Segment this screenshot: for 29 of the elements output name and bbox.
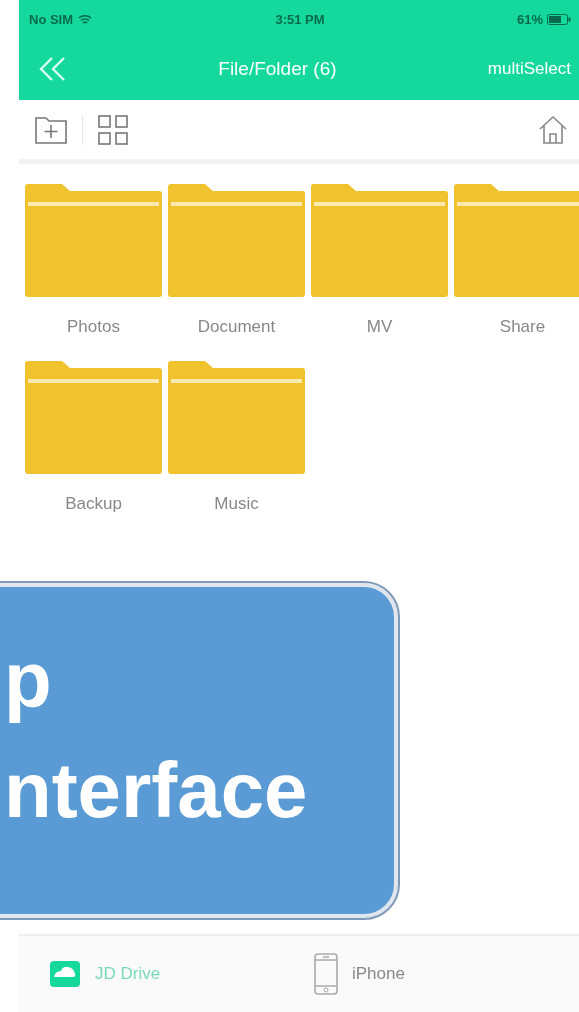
tab-button[interactable]: JD Drive bbox=[49, 936, 314, 1012]
folder-name: Music bbox=[214, 494, 259, 514]
folder-name: Share bbox=[499, 317, 546, 337]
folder-name: MV bbox=[366, 317, 393, 337]
folder-name: Photos bbox=[67, 317, 120, 337]
folder-icon[interactable] bbox=[25, 361, 162, 474]
callout-text: nterface bbox=[4, 745, 309, 836]
double-chevron-back-icon[interactable] bbox=[39, 56, 67, 82]
grid-view-icon[interactable] bbox=[97, 113, 129, 146]
folder-name: Backup bbox=[65, 494, 122, 514]
home-icon[interactable] bbox=[537, 113, 569, 146]
add-folder-icon[interactable] bbox=[34, 114, 68, 145]
folder-name: Document bbox=[197, 317, 276, 337]
folder-icon[interactable] bbox=[168, 184, 305, 297]
tab-button[interactable]: iPhone bbox=[314, 936, 579, 1012]
folder-icon[interactable] bbox=[25, 184, 162, 297]
wifi-icon bbox=[78, 13, 93, 25]
callout-text: p bbox=[4, 635, 53, 726]
battery-icon bbox=[547, 13, 571, 25]
folder-icon[interactable] bbox=[311, 184, 448, 297]
folder-icon[interactable] bbox=[168, 361, 305, 474]
carrier-label: No SIM bbox=[29, 11, 74, 27]
folder-icon[interactable] bbox=[454, 184, 579, 297]
time-label: 3:51 PM bbox=[274, 11, 326, 27]
multiselect-button[interactable]: multiSelect bbox=[487, 59, 571, 79]
page-title: File/Folder (6) bbox=[217, 58, 338, 80]
drive-icon bbox=[49, 960, 81, 988]
battery-percent: 61% bbox=[517, 11, 543, 27]
phone-icon bbox=[314, 953, 338, 995]
